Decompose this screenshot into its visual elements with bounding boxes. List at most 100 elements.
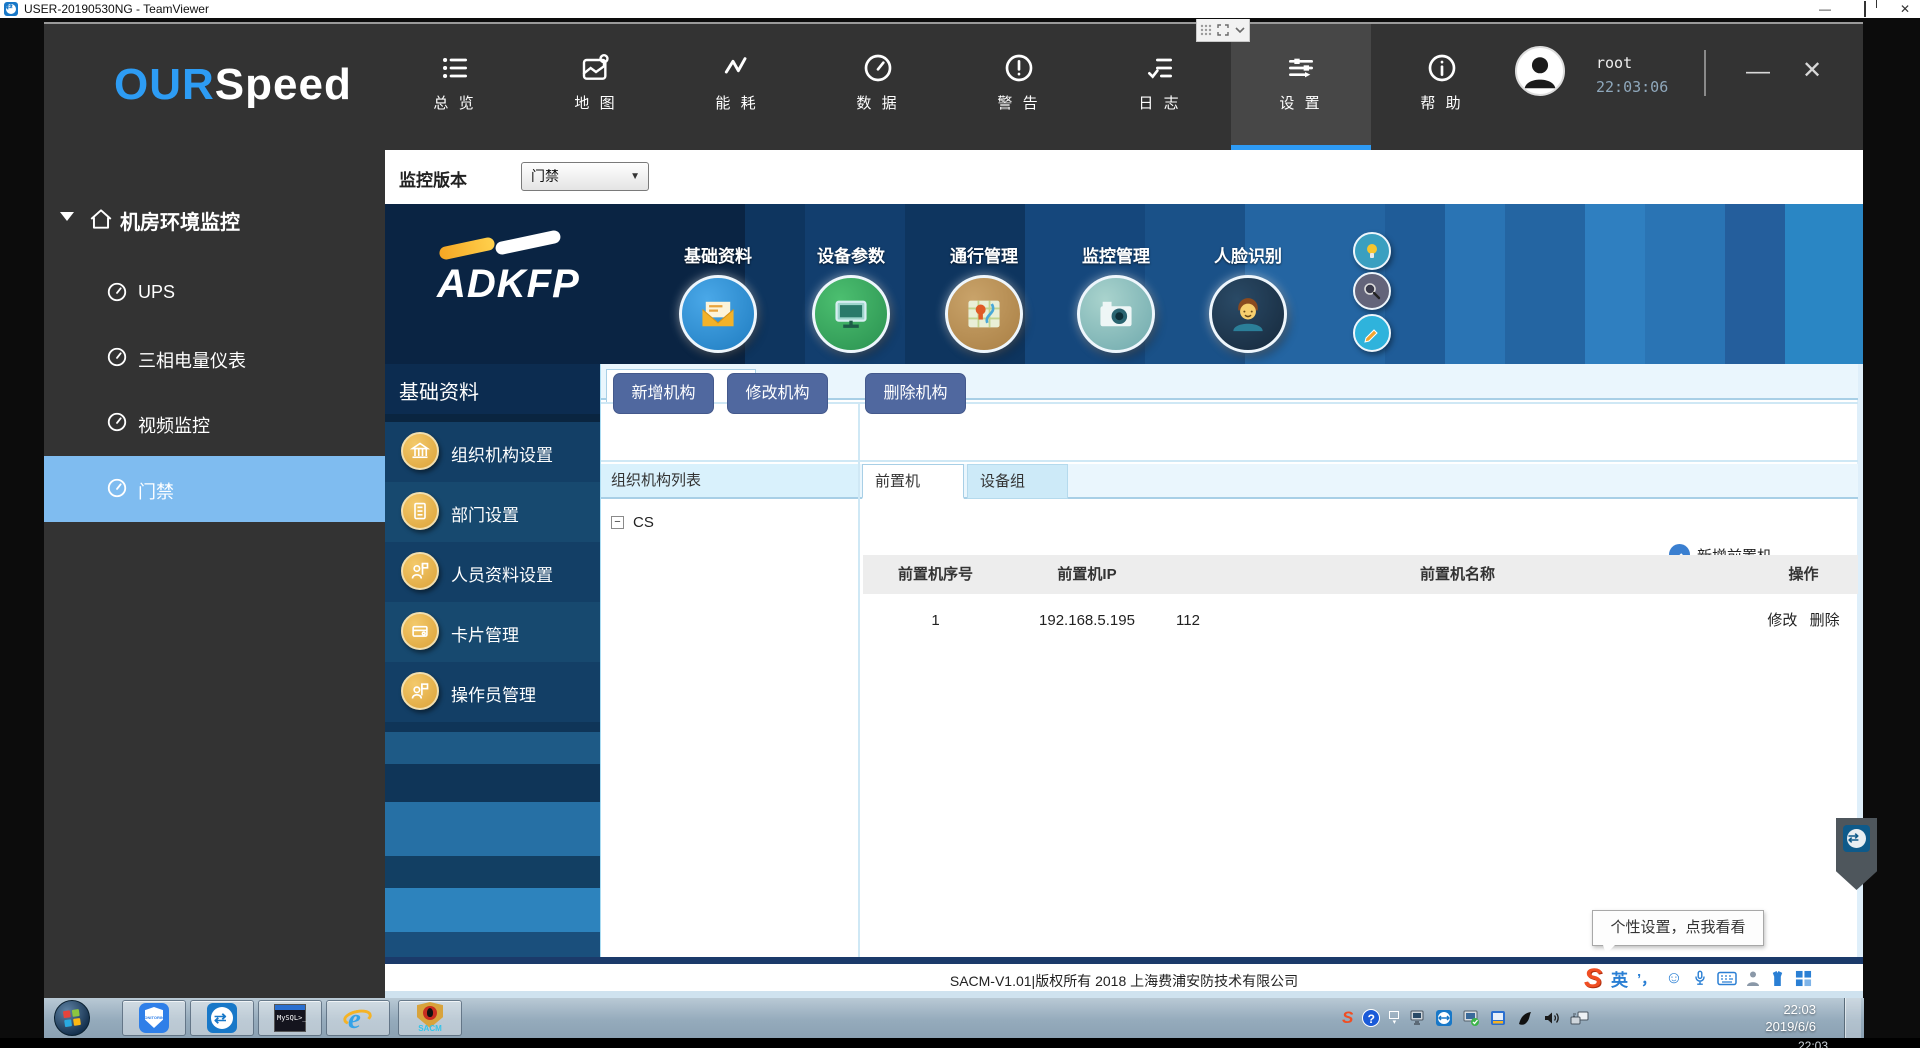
nav-help[interactable]: 帮 助 [1372,24,1512,150]
bulb-icon[interactable] [1353,232,1391,270]
app-close-button[interactable]: ✕ [1802,56,1822,85]
menu-item-organization-settings[interactable]: 组织机构设置 [385,430,600,474]
taskbar-app-teamviewer[interactable] [190,1000,254,1036]
home-icon [88,206,114,232]
monitor-icon [831,294,871,334]
sidebar-item-video-monitoring[interactable]: 视频监控 [44,398,385,448]
remote-taskbar: MONITORING MySQL>_ e SACM S ? ▾ 22:03 [44,998,1864,1038]
brand-text: ADKFP [437,262,580,307]
device-tray-icon[interactable] [1408,1009,1426,1027]
show-desktop-button[interactable] [1844,998,1861,1038]
speaker-tray-icon[interactable] [1543,1009,1561,1027]
module-basic-data[interactable]: 基础资料 [656,242,780,353]
taskbar-app-monitoring[interactable]: MONITORING [122,1000,186,1036]
taskbar-app-sacm[interactable]: SACM [398,1000,462,1036]
local-restore-button[interactable] [1858,2,1872,16]
punctuation-toggle[interactable]: ’， [1637,968,1656,989]
table-header-row: 前置机序号 前置机IP 前置机名称 操作 [863,555,1858,594]
menu-item-card-management[interactable]: 卡片管理 [385,610,600,654]
monitor-version-dropdown[interactable]: 门禁 ▼ [521,162,649,191]
search-icon[interactable] [1353,272,1391,310]
toolbox-grid-icon[interactable] [1795,970,1812,987]
gauge-circle-icon [106,411,128,433]
nav-label: 数 据 [808,92,948,113]
row-delete-link[interactable]: 删除 [1810,612,1840,629]
menu-item-department-settings[interactable]: 部门设置 [385,490,600,534]
nav-alert[interactable]: 警 告 [949,24,1089,150]
sogou-logo-icon[interactable]: S [1584,963,1602,994]
menu-item-personnel-settings[interactable]: 人员资料设置 [385,550,600,594]
clock-date: 2019/6/6 [1716,1018,1816,1035]
microphone-icon[interactable] [1692,969,1708,987]
keyboard-icon[interactable] [1717,971,1737,986]
info-icon [1426,52,1458,84]
menu-item-label: 部门设置 [451,501,519,526]
module-access-management[interactable]: 通行管理 [922,242,1046,353]
envelope-icon [698,294,738,334]
module-device-params[interactable]: 设备参数 [789,242,913,353]
partial-clock-text: 22:03 [1798,1039,1828,1048]
tab-device-group[interactable]: 设备组 [967,464,1068,499]
tab-front-machine[interactable]: 前置机 [862,464,964,499]
teamviewer-icon [207,1003,237,1033]
sogou-tray-icon[interactable]: S [1342,1008,1353,1028]
adkfp-logo: ADKFP [437,240,637,330]
teamviewer-app-icon [4,2,18,16]
skin-shirt-icon[interactable] [1769,970,1786,987]
update-ok-tray-icon[interactable] [1462,1009,1480,1027]
tray-customize-icon[interactable]: ▾ [1389,1011,1399,1026]
user-avatar[interactable] [1515,46,1565,96]
taskbar-clock[interactable]: 22:03 2019/6/6 [1716,1001,1816,1035]
menu-item-label: 卡片管理 [451,621,519,646]
edit-org-button[interactable]: 修改机构 [727,373,828,414]
sidebar-root-machine-room[interactable]: 机房环境监控 [44,198,385,242]
sidebar-item-ups[interactable]: UPS [44,268,385,318]
pointer-tray-icon[interactable] [1516,1009,1534,1027]
teamviewer-tray-icon[interactable] [1435,1009,1453,1027]
start-button[interactable] [54,1000,90,1036]
nav-energy[interactable]: 能 耗 [667,24,807,150]
sidebar-item-three-phase-meter[interactable]: 三相电量仪表 [44,333,385,383]
taskbar-app-mysql[interactable]: MySQL>_ [258,1000,322,1036]
nav-label: 能 耗 [667,92,807,113]
nav-data[interactable]: 数 据 [808,24,948,150]
sidebar-item-label: UPS [138,282,175,303]
module-monitor-management[interactable]: 监控管理 [1054,242,1178,353]
gauge-circle-icon [106,346,128,368]
module-label: 监控管理 [1054,242,1178,267]
sidebar-item-access-control[interactable]: 门禁 [44,456,385,522]
nav-label: 地 图 [526,92,666,113]
row-edit-link[interactable]: 修改 [1767,612,1797,629]
program-tray-icon[interactable] [1489,1009,1507,1027]
nav-overview[interactable]: 总 览 [385,24,525,150]
version-bar: 监控版本 门禁 ▼ [385,150,1863,204]
nav-map[interactable]: 地 图 [526,24,666,150]
nav-settings[interactable]: 设 置 [1231,24,1371,150]
network-tray-icon[interactable] [1570,1009,1589,1027]
person-half-icon[interactable] [1746,970,1760,987]
local-minimize-button[interactable]: — [1818,2,1832,16]
local-close-button[interactable]: ✕ [1898,2,1912,16]
teamviewer-toolbar-chip[interactable] [1196,19,1250,42]
sidebar-item-label: 三相电量仪表 [138,347,246,373]
help-tray-icon[interactable]: ? [1362,1009,1380,1027]
sogou-tooltip[interactable]: 个性设置，点我看看 [1592,910,1764,946]
delete-org-button[interactable]: 删除机构 [865,373,966,414]
pencil-icon[interactable] [1353,314,1391,352]
camera-icon [1096,294,1136,334]
module-face-recognition[interactable]: 人脸识别 [1186,242,1310,353]
menu-item-operator-management[interactable]: 操作员管理 [385,670,600,714]
front-machine-table: 前置机序号 前置机IP 前置机名称 操作 1 192.168.5.195 112… [863,555,1858,640]
emoji-icon[interactable]: ☺ [1665,968,1682,988]
module-label: 通行管理 [922,242,1046,267]
taskbar-app-internet-explorer[interactable]: e [326,1000,390,1036]
language-toggle[interactable]: 英 [1611,966,1628,991]
teamviewer-title: USER-20190530NG - TeamViewer [24,2,209,16]
tree-collapse-icon[interactable]: − [611,516,624,529]
nav-label: 日 志 [1090,92,1230,113]
nav-log[interactable]: 日 志 [1090,24,1230,150]
app-minimize-button[interactable]: — [1746,58,1770,86]
restore-icon [1864,1,1866,17]
system-tray: S ? ▾ [1342,1004,1589,1032]
add-org-button[interactable]: 新增机构 [613,373,714,414]
